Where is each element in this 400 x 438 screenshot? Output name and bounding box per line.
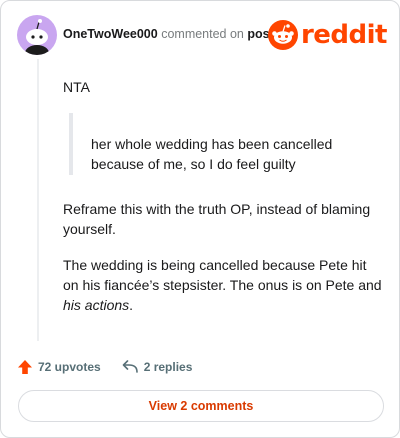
username-link[interactable]: OneTwoWee000	[63, 27, 158, 41]
comment-paragraph-3: The wedding is being cancelled because P…	[63, 255, 383, 315]
comment-paragraph-2: Reframe this with the truth OP, instead …	[63, 201, 371, 237]
reddit-snoo-icon	[267, 20, 298, 50]
comment-blockquote: her whole wedding has been cancelled bec…	[69, 113, 369, 175]
comment-header: OneTwoWee000 commented on post reddit	[17, 15, 388, 55]
upvote-button[interactable]: 72 upvotes	[17, 359, 101, 375]
action-text: commented on	[161, 27, 244, 41]
comment-paragraph-3-emphasis: his actions	[63, 297, 130, 313]
reply-arrow-icon	[122, 360, 138, 373]
comment-actions: 72 upvotes 2 replies	[17, 358, 212, 376]
upvote-arrow-icon	[18, 360, 32, 374]
comment-paragraph-1: NTA	[63, 79, 90, 95]
reddit-wordmark: reddit	[300, 20, 388, 50]
comment-paragraph-3-text: The wedding is being cancelled because P…	[63, 257, 382, 293]
view-comments-button[interactable]: View 2 comments	[18, 390, 384, 422]
reply-count: 2 replies	[143, 360, 193, 374]
upvote-count: 72 upvotes	[38, 360, 101, 374]
thread-line[interactable]	[37, 59, 39, 341]
snoo-avatar-icon[interactable]	[17, 15, 57, 55]
reply-button[interactable]: 2 replies	[121, 359, 193, 375]
comment-card: OneTwoWee000 commented on post reddit NT…	[0, 0, 400, 438]
reddit-logo[interactable]: reddit	[267, 20, 388, 50]
comment-paragraph-3-end: .	[129, 297, 134, 313]
comment-meta: OneTwoWee000 commented on post	[63, 27, 274, 41]
